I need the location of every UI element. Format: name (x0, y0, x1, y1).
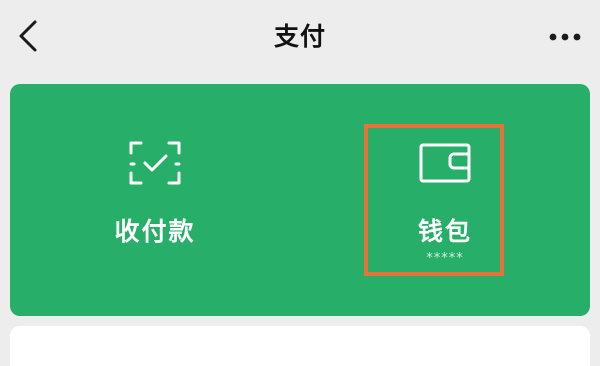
receive-pay-label: 收付款 (114, 217, 196, 246)
pay-card: 收付款 钱包 ***** (10, 84, 590, 316)
more-dots-icon (549, 33, 581, 41)
wallet-icon (419, 143, 471, 183)
wallet-button[interactable]: 钱包 ***** (300, 84, 590, 316)
bottom-panel (10, 326, 590, 366)
wallet-label: 钱包 (417, 217, 472, 246)
top-bar: 支付 (0, 0, 600, 82)
scan-check-icon (129, 141, 181, 185)
receive-pay-button[interactable]: 收付款 (10, 84, 300, 316)
wallet-balance-masked: ***** (426, 251, 464, 266)
page-title: 支付 (273, 22, 326, 51)
more-button[interactable] (548, 22, 582, 52)
